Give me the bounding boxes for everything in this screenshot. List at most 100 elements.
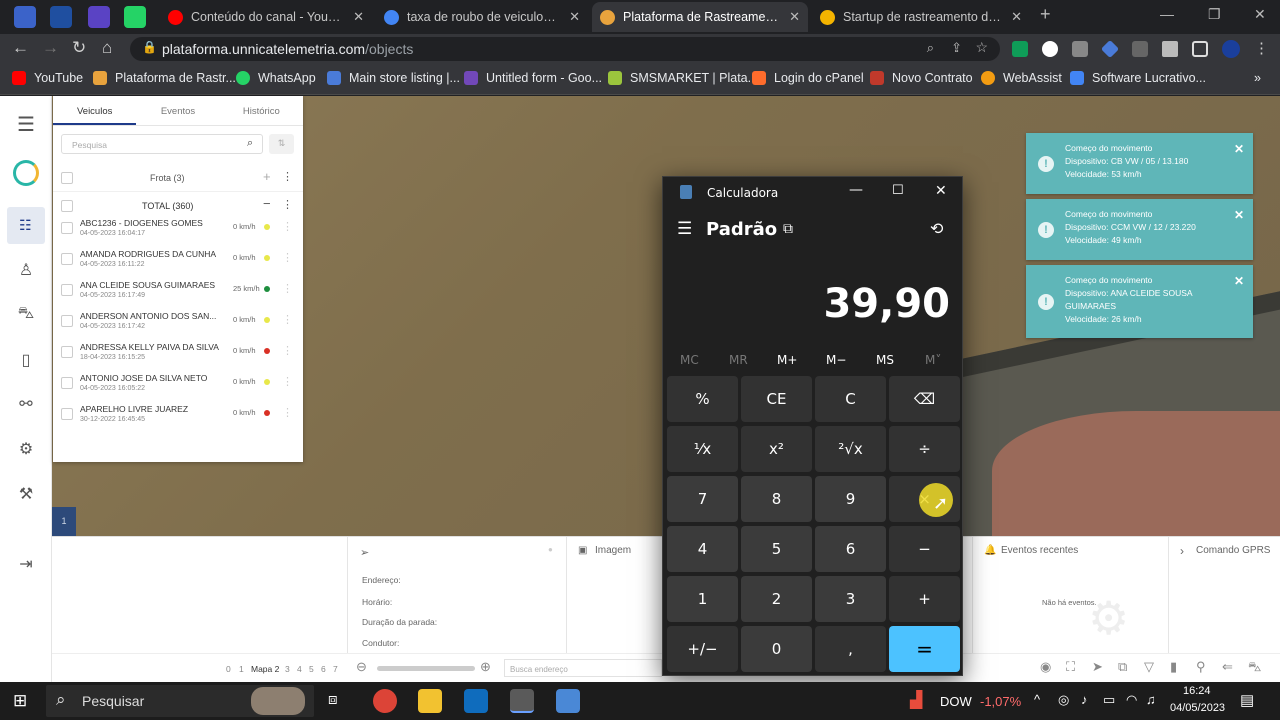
building-icon[interactable]: ▮ bbox=[1170, 659, 1177, 675]
more-icon[interactable]: ⋮ bbox=[282, 282, 293, 295]
close-icon[interactable]: ✕ bbox=[789, 9, 800, 25]
map-badge[interactable]: 1 bbox=[52, 507, 76, 536]
taskbar-search[interactable]: ⌕ Pesquisar bbox=[46, 685, 314, 717]
car-icon[interactable]: ⛍ bbox=[0, 304, 52, 324]
close-icon[interactable]: ✕ bbox=[935, 183, 947, 199]
key-digit-0[interactable]: 0 bbox=[741, 626, 812, 672]
report-icon[interactable]: ▯ bbox=[0, 350, 52, 370]
key-digit-2[interactable]: 2 bbox=[741, 576, 812, 622]
calculator-taskbar-icon[interactable] bbox=[510, 689, 534, 713]
checkbox[interactable] bbox=[61, 253, 73, 265]
minimize-icon[interactable]: — bbox=[1160, 6, 1174, 22]
zoom-out-icon[interactable]: ⊖ bbox=[356, 659, 367, 675]
tab-google-search[interactable]: taxa de roubo de veiculos do b ✕ bbox=[376, 2, 588, 32]
key-divide[interactable]: ÷ bbox=[889, 426, 960, 472]
key-reciprocal[interactable]: ¹⁄x bbox=[667, 426, 738, 472]
tab-veiculos[interactable]: Veiculos bbox=[53, 96, 137, 125]
meet-icon[interactable]: ◎ bbox=[1058, 692, 1069, 708]
menu-dots-icon[interactable]: ⋮ bbox=[1254, 39, 1269, 57]
bookmark-item[interactable]: SMSMARKET | Plata... bbox=[608, 71, 758, 85]
send-icon[interactable]: ➤ bbox=[1092, 659, 1103, 675]
key-add[interactable]: + bbox=[889, 576, 960, 622]
vehicle-row[interactable]: ABC1236 - DIOGENES GOMES 04-05-2023 16:04… bbox=[53, 216, 303, 247]
extension-pr-icon[interactable] bbox=[1012, 41, 1028, 57]
checkbox[interactable] bbox=[61, 408, 73, 420]
volume-icon[interactable]: ♫ bbox=[1146, 692, 1156, 707]
pinned-tab-whatsapp[interactable] bbox=[124, 6, 146, 28]
key-square-root[interactable]: ²√x bbox=[815, 426, 886, 472]
mail-icon[interactable] bbox=[464, 689, 488, 713]
user-icon[interactable]: ♙ bbox=[0, 260, 52, 280]
key-digit-4[interactable]: 4 bbox=[667, 526, 738, 572]
address-search-input[interactable]: Busca endereço bbox=[504, 659, 662, 677]
keep-on-top-icon[interactable]: ⧉ bbox=[783, 221, 793, 237]
checkbox[interactable] bbox=[61, 346, 73, 358]
bookmarks-more-icon[interactable]: » bbox=[1254, 71, 1261, 85]
mic-icon[interactable]: ♪ bbox=[1081, 692, 1088, 707]
nav-objects-active[interactable]: ☷ bbox=[7, 207, 45, 244]
tab-youtube[interactable]: Conteúdo do canal - YouTube S✕ bbox=[160, 2, 372, 32]
key-digit-8[interactable]: 8 bbox=[741, 476, 812, 522]
filter-button[interactable]: ⇅ bbox=[269, 134, 294, 154]
key-backspace[interactable]: ⌫ bbox=[889, 376, 960, 422]
close-icon[interactable]: ✕ bbox=[353, 9, 364, 25]
chevron-up-icon[interactable]: ^ bbox=[1034, 692, 1040, 707]
search-input[interactable]: Pesquisa bbox=[61, 134, 263, 154]
key-digit-7[interactable]: 7 bbox=[667, 476, 738, 522]
record-icon[interactable]: ◉ bbox=[1040, 659, 1051, 675]
star-icon[interactable]: ☆ bbox=[975, 39, 988, 56]
extension-code-icon[interactable] bbox=[1132, 41, 1148, 57]
share-nodes-icon[interactable]: ⚯ bbox=[0, 394, 52, 414]
fullscreen-icon[interactable]: ⛶ bbox=[1066, 659, 1075, 675]
search-icon[interactable]: ⌕ bbox=[247, 137, 253, 150]
bookmark-item[interactable]: Novo Contrato bbox=[870, 71, 973, 85]
bookmark-item[interactable]: Untitled form - Goo... bbox=[464, 71, 602, 85]
close-icon[interactable]: ✕ bbox=[1234, 209, 1244, 222]
bookmark-item[interactable]: YouTube bbox=[12, 71, 83, 85]
notification-toast[interactable]: ! ✕ Começo do movimento Dispositivo: CCM VW… bbox=[1026, 199, 1253, 260]
vehicle-row[interactable]: ANDRESSA KELLY PAIVA DA SILVA 18-04-2023 … bbox=[53, 340, 303, 371]
app-taskbar-icon[interactable] bbox=[556, 689, 580, 713]
key-digit-3[interactable]: 3 bbox=[815, 576, 886, 622]
bookmark-item[interactable]: Software Lucrativo... bbox=[1070, 71, 1206, 85]
forward-icon[interactable]: → bbox=[42, 38, 59, 58]
extension-diamond-icon[interactable] bbox=[1100, 39, 1120, 59]
filter-icon[interactable]: ▽ bbox=[1144, 659, 1154, 675]
minimize-icon[interactable]: — bbox=[849, 182, 863, 198]
collapse-icon[interactable]: − bbox=[263, 196, 271, 211]
key-digit-6[interactable]: 6 bbox=[815, 526, 886, 572]
vehicle-row[interactable]: ANTONIO JOSE DA SILVA NETO 04-05-2023 16:… bbox=[53, 371, 303, 402]
windows-start-icon[interactable]: ⊞ bbox=[13, 691, 27, 711]
calculator-window[interactable]: Calculadora — ☐ ✕ ☰ Padrão ⧉ ⟲ 39,90 MC … bbox=[662, 176, 963, 676]
checkbox[interactable] bbox=[61, 172, 73, 184]
checkbox[interactable] bbox=[61, 284, 73, 296]
puzzle-icon[interactable] bbox=[1162, 41, 1178, 57]
camera-icon[interactable] bbox=[1072, 41, 1088, 57]
vehicle-row[interactable]: ANDERSON ANTONIO DOS SAN... 04-05-2023 16… bbox=[53, 309, 303, 340]
checkbox[interactable] bbox=[61, 377, 73, 389]
avatar[interactable] bbox=[1222, 40, 1240, 58]
close-icon[interactable]: ✕ bbox=[569, 9, 580, 25]
more-icon[interactable]: ⋮ bbox=[282, 406, 293, 419]
wifi-icon[interactable]: ◠ bbox=[1126, 692, 1137, 708]
chevron-right-icon[interactable]: › bbox=[1180, 544, 1184, 558]
close-icon[interactable]: ✕ bbox=[1234, 143, 1244, 156]
key-negate[interactable]: +/− bbox=[667, 626, 738, 672]
history-icon[interactable]: ⟲ bbox=[930, 219, 943, 238]
vehicle-row[interactable]: AMANDA RODRIGUES DA CUNHA 04-05-2023 16:1… bbox=[53, 247, 303, 278]
logout-icon[interactable]: ⇥ bbox=[0, 554, 52, 574]
maximize-icon[interactable]: ☐ bbox=[892, 183, 904, 198]
hamburger-icon[interactable]: ☰ bbox=[0, 112, 52, 137]
pinned-tab-1[interactable] bbox=[14, 6, 36, 28]
close-icon[interactable]: ✕ bbox=[1011, 9, 1022, 25]
memory-recall[interactable]: MR bbox=[729, 353, 748, 367]
share-icon[interactable]: ⇪ bbox=[951, 40, 962, 56]
more-icon[interactable]: ⋮ bbox=[282, 220, 293, 233]
tab-startup[interactable]: Startup de rastreamento de frot ✕ bbox=[812, 2, 1030, 32]
bookmark-item[interactable]: WhatsApp bbox=[236, 71, 316, 85]
add-icon[interactable]: + bbox=[263, 169, 271, 184]
vehicle-row[interactable]: APARELHO LIVRE JUAREZ 30-12-2022 16:45:45… bbox=[53, 402, 303, 433]
key-digit-5[interactable]: 5 bbox=[741, 526, 812, 572]
key-clear-entry[interactable]: CE bbox=[741, 376, 812, 422]
zoom-icon[interactable]: ⌕ bbox=[927, 40, 934, 56]
